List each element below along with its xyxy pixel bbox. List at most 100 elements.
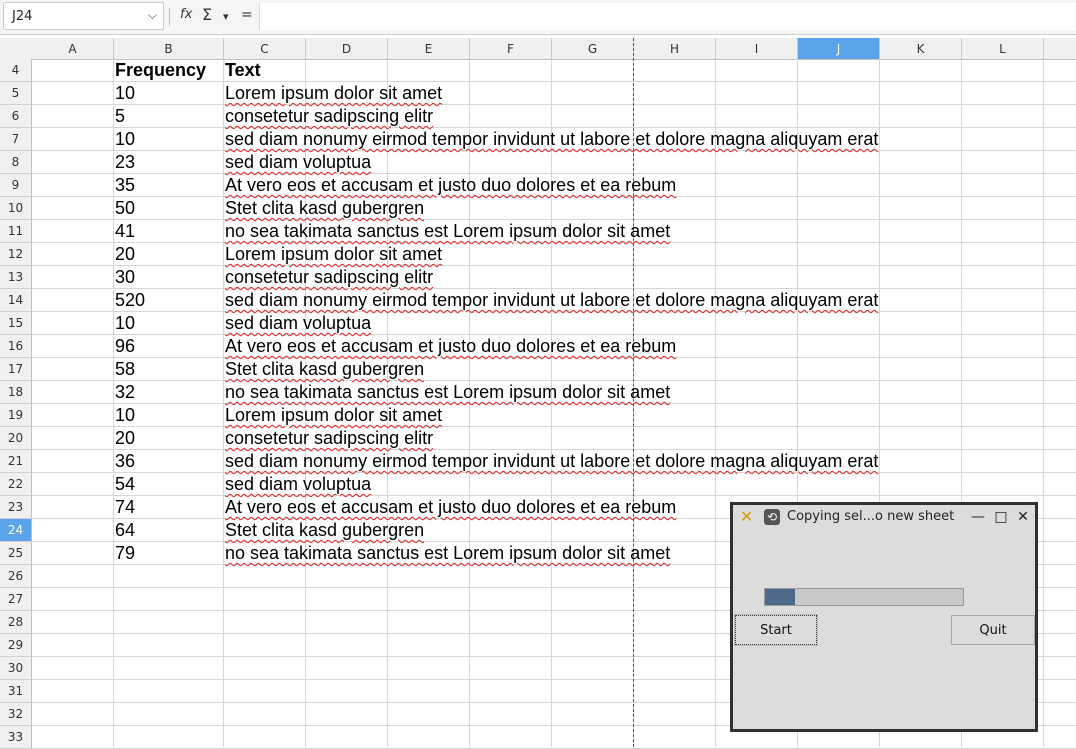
cell-frequency[interactable]: 58 bbox=[115, 358, 135, 381]
row-header-4[interactable]: 4 bbox=[0, 59, 32, 82]
row-header-26[interactable]: 26 bbox=[0, 565, 32, 588]
cell-frequency[interactable]: 10 bbox=[115, 312, 135, 335]
row-header-22[interactable]: 22 bbox=[0, 473, 32, 496]
maximize-icon[interactable]: □ bbox=[991, 507, 1011, 527]
column-header-e[interactable]: E bbox=[388, 38, 470, 59]
dialog-titlebar[interactable]: ✕ ⟲ Copying sel...o new sheet — □ ✕ bbox=[733, 505, 1035, 529]
column-header-h[interactable]: H bbox=[634, 38, 716, 59]
row-header-20[interactable]: 20 bbox=[0, 427, 32, 450]
row-header-5[interactable]: 5 bbox=[0, 82, 32, 105]
row-header-29[interactable]: 29 bbox=[0, 634, 32, 657]
row-header-23[interactable]: 23 bbox=[0, 496, 32, 519]
cell-frequency[interactable]: 64 bbox=[115, 519, 135, 542]
row-header-32[interactable]: 32 bbox=[0, 703, 32, 726]
quit-button[interactable]: Quit bbox=[951, 615, 1035, 645]
row-header-16[interactable]: 16 bbox=[0, 335, 32, 358]
row-header-25[interactable]: 25 bbox=[0, 542, 32, 565]
row-header-14[interactable]: 14 bbox=[0, 289, 32, 312]
column-header-a[interactable]: A bbox=[32, 38, 114, 59]
cell-frequency[interactable]: 23 bbox=[115, 151, 135, 174]
row-header-13[interactable]: 13 bbox=[0, 266, 32, 289]
cell-text[interactable]: consetetur sadipscing elitr bbox=[225, 105, 433, 128]
sticky-icon[interactable]: ⟲ bbox=[764, 509, 780, 525]
column-header-f[interactable]: F bbox=[470, 38, 552, 59]
cell-text[interactable]: consetetur sadipscing elitr bbox=[225, 427, 433, 450]
cell-frequency[interactable]: 96 bbox=[115, 335, 135, 358]
row-header-33[interactable]: 33 bbox=[0, 726, 32, 749]
row-header-21[interactable]: 21 bbox=[0, 450, 32, 473]
row-header-6[interactable]: 6 bbox=[0, 105, 32, 128]
column-header-g[interactable]: G bbox=[552, 38, 634, 59]
function-wizard-icon[interactable]: fx bbox=[180, 7, 192, 22]
row-header-19[interactable]: 19 bbox=[0, 404, 32, 427]
row-header-31[interactable]: 31 bbox=[0, 680, 32, 703]
cell-frequency[interactable]: 20 bbox=[115, 427, 135, 450]
column-header-d[interactable]: D bbox=[306, 38, 388, 59]
cell-frequency[interactable]: 74 bbox=[115, 496, 135, 519]
row-header-8[interactable]: 8 bbox=[0, 151, 32, 174]
cell-text[interactable]: sed diam voluptua bbox=[225, 473, 371, 496]
row-header-7[interactable]: 7 bbox=[0, 128, 32, 151]
cell-text[interactable]: Lorem ipsum dolor sit amet bbox=[225, 404, 442, 427]
close-icon[interactable]: ✕ bbox=[1013, 507, 1033, 527]
row-header-17[interactable]: 17 bbox=[0, 358, 32, 381]
cell-frequency[interactable]: 5 bbox=[115, 105, 125, 128]
column-header-i[interactable]: I bbox=[716, 38, 798, 59]
cell-text[interactable]: no sea takimata sanctus est Lorem ipsum … bbox=[225, 381, 670, 404]
cell-frequency[interactable]: 10 bbox=[115, 82, 135, 105]
cell-frequency[interactable]: 10 bbox=[115, 404, 135, 427]
cell-text[interactable]: sed diam voluptua bbox=[225, 312, 371, 335]
cell-text[interactable]: At vero eos et accusam et justo duo dolo… bbox=[225, 496, 676, 519]
cell-frequency[interactable]: 10 bbox=[115, 128, 135, 151]
column-header-k[interactable]: K bbox=[880, 38, 962, 59]
cell-frequency[interactable]: 20 bbox=[115, 243, 135, 266]
row-header-11[interactable]: 11 bbox=[0, 220, 32, 243]
row-header-15[interactable]: 15 bbox=[0, 312, 32, 335]
formula-icon[interactable]: = bbox=[241, 7, 253, 23]
cell-text[interactable]: sed diam nonumy eirmod tempor invidunt u… bbox=[225, 450, 878, 473]
cell-text[interactable]: Stet clita kasd gubergren bbox=[225, 519, 424, 542]
row-header-10[interactable]: 10 bbox=[0, 197, 32, 220]
cell-text[interactable]: Stet clita kasd gubergren bbox=[225, 197, 424, 220]
column-header-l[interactable]: L bbox=[962, 38, 1044, 59]
chevron-down-icon[interactable]: ⌵ bbox=[148, 8, 157, 23]
cell-frequency[interactable]: 35 bbox=[115, 174, 135, 197]
chevron-down-icon[interactable]: ▾ bbox=[223, 10, 229, 23]
cell-frequency[interactable]: 54 bbox=[115, 473, 135, 496]
minimize-icon[interactable]: — bbox=[968, 507, 988, 527]
cell-text[interactable]: sed diam nonumy eirmod tempor invidunt u… bbox=[225, 128, 878, 151]
cell-text[interactable]: At vero eos et accusam et justo duo dolo… bbox=[225, 335, 676, 358]
header-text[interactable]: Text bbox=[225, 59, 261, 82]
cell-frequency[interactable]: 79 bbox=[115, 542, 135, 565]
column-header-c[interactable]: C bbox=[224, 38, 306, 59]
cell-text[interactable]: no sea takimata sanctus est Lorem ipsum … bbox=[225, 220, 670, 243]
cell-frequency[interactable]: 32 bbox=[115, 381, 135, 404]
formula-input[interactable] bbox=[259, 3, 1076, 30]
start-button[interactable]: Start bbox=[734, 614, 818, 646]
row-header-24[interactable]: 24 bbox=[0, 519, 32, 542]
row-header-18[interactable]: 18 bbox=[0, 381, 32, 404]
cell-text[interactable]: Lorem ipsum dolor sit amet bbox=[225, 243, 442, 266]
cell-text[interactable]: sed diam nonumy eirmod tempor invidunt u… bbox=[225, 289, 878, 312]
row-header-30[interactable]: 30 bbox=[0, 657, 32, 680]
cell-text[interactable]: Stet clita kasd gubergren bbox=[225, 358, 424, 381]
cell-frequency[interactable]: 520 bbox=[115, 289, 145, 312]
cell-frequency[interactable]: 50 bbox=[115, 197, 135, 220]
cell-text[interactable]: Lorem ipsum dolor sit amet bbox=[225, 82, 442, 105]
row-header-12[interactable]: 12 bbox=[0, 243, 32, 266]
column-header-b[interactable]: B bbox=[114, 38, 224, 59]
cell-frequency[interactable]: 30 bbox=[115, 266, 135, 289]
row-header-9[interactable]: 9 bbox=[0, 174, 32, 197]
row-header-28[interactable]: 28 bbox=[0, 611, 32, 634]
column-header-j[interactable]: J bbox=[798, 38, 880, 59]
cell-frequency[interactable]: 36 bbox=[115, 450, 135, 473]
cell-text[interactable]: sed diam voluptua bbox=[225, 151, 371, 174]
cell-frequency[interactable]: 41 bbox=[115, 220, 135, 243]
sum-icon[interactable]: Σ bbox=[202, 5, 212, 24]
header-frequency[interactable]: Frequency bbox=[115, 59, 206, 82]
cell-text[interactable]: At vero eos et accusam et justo duo dolo… bbox=[225, 174, 676, 197]
name-box[interactable]: J24 ⌵ bbox=[3, 2, 164, 30]
row-header-27[interactable]: 27 bbox=[0, 588, 32, 611]
cell-text[interactable]: no sea takimata sanctus est Lorem ipsum … bbox=[225, 542, 670, 565]
cell-text[interactable]: consetetur sadipscing elitr bbox=[225, 266, 433, 289]
